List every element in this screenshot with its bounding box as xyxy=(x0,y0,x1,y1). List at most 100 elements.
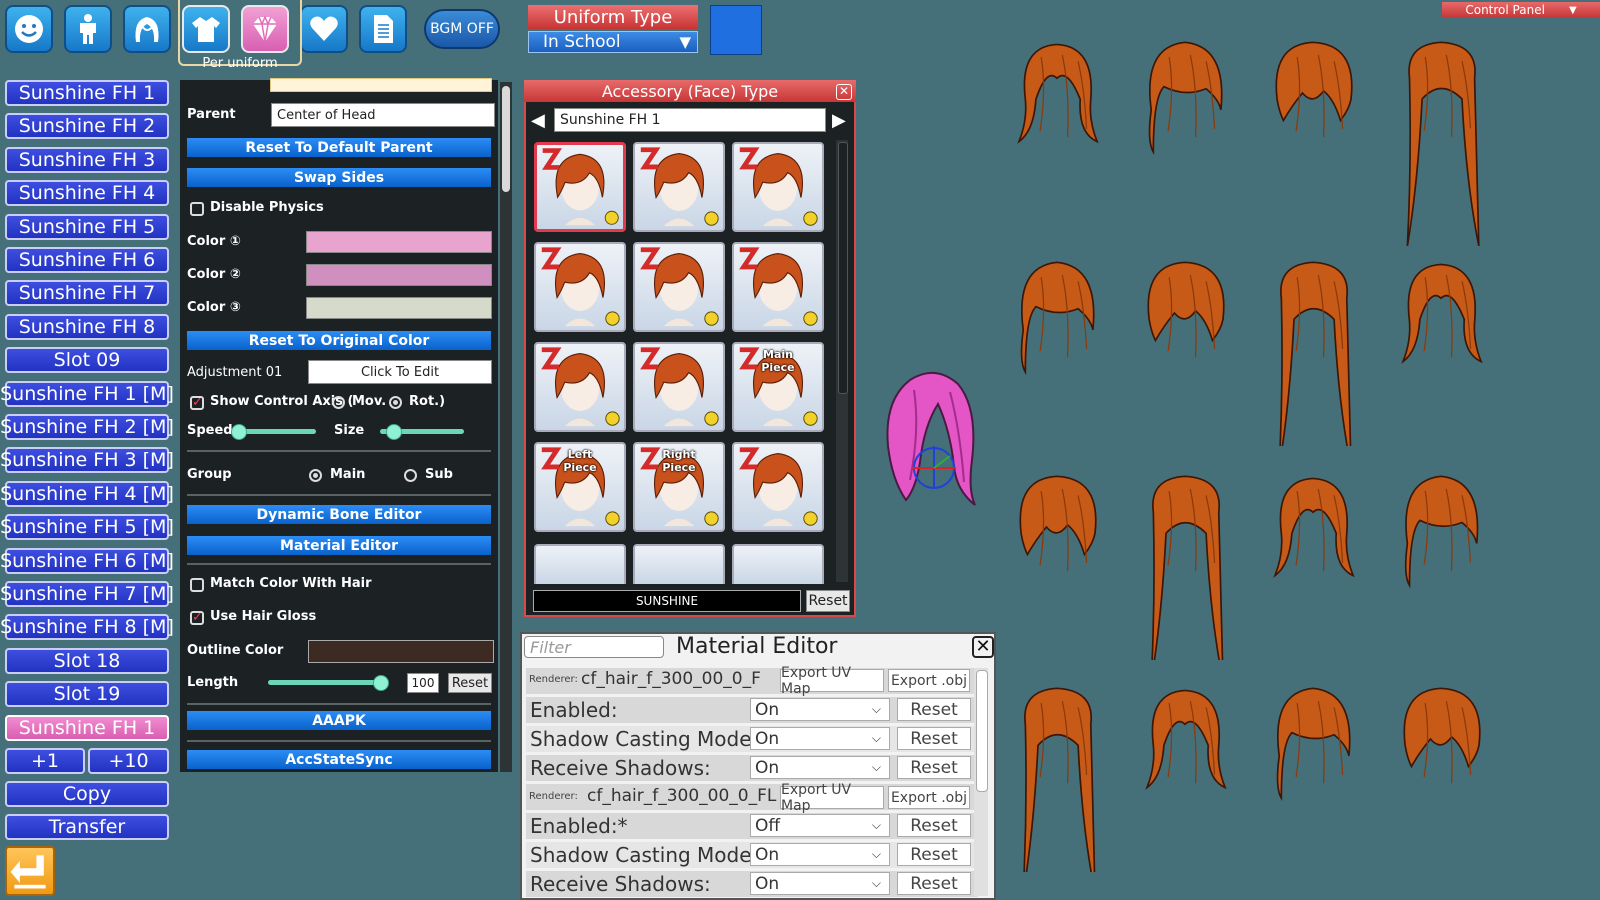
slot-item[interactable]: Sunshine FH 1 [M] xyxy=(0,380,174,407)
group-main-radio[interactable] xyxy=(309,469,322,482)
slot-item[interactable]: Sunshine FH 1 xyxy=(5,714,169,741)
material-scrollbar-thumb[interactable] xyxy=(976,670,988,792)
close-icon[interactable]: ✕ xyxy=(836,84,852,100)
slot-item[interactable]: Sunshine FH 5 xyxy=(5,213,169,240)
accessory-thumbnail[interactable] xyxy=(633,342,725,432)
match-color-checkbox[interactable] xyxy=(190,578,204,592)
back-arrow-icon[interactable] xyxy=(5,846,55,896)
plus-one-button[interactable]: +1 xyxy=(5,748,85,774)
accessory-reset-button[interactable]: Reset xyxy=(806,590,850,612)
dynamic-bone-editor-button[interactable]: Dynamic Bone Editor xyxy=(187,505,491,524)
length-reset-button[interactable]: Reset xyxy=(448,673,492,693)
material-scrollbar[interactable] xyxy=(974,668,988,896)
aaapk-button[interactable]: AAAPK xyxy=(187,711,491,730)
slot-item[interactable]: Sunshine FH 8 xyxy=(5,313,169,340)
reset-button[interactable]: Reset xyxy=(897,727,971,750)
document-icon[interactable] xyxy=(359,5,407,53)
accessory-thumbnail[interactable] xyxy=(732,242,824,332)
accessory-thumbnail[interactable] xyxy=(534,242,626,332)
reset-button[interactable]: Reset xyxy=(897,756,971,779)
slot-item[interactable]: Sunshine FH 6 [M] xyxy=(0,547,174,574)
reset-parent-button[interactable]: Reset To Default Parent xyxy=(187,138,491,157)
show-axis-checkbox[interactable]: ✓ xyxy=(190,396,204,410)
hair-preview[interactable] xyxy=(1130,256,1240,450)
parent-field[interactable]: Center of Head xyxy=(271,103,495,127)
outline-color-swatch[interactable] xyxy=(308,640,494,663)
hair-preview[interactable] xyxy=(1130,36,1240,230)
plus-ten-button[interactable]: +10 xyxy=(88,748,169,774)
export-obj-button[interactable]: Export .obj xyxy=(888,786,970,809)
group-sub-radio[interactable] xyxy=(404,469,417,482)
transfer-button[interactable]: Transfer xyxy=(5,814,169,840)
export-uv-map-button[interactable]: Export UV Map xyxy=(780,665,884,697)
hair-preview[interactable] xyxy=(1002,682,1112,894)
slot-item[interactable]: Sunshine FH 3 [M] xyxy=(0,447,174,474)
adjustment-edit-button[interactable]: Click To Edit xyxy=(308,360,492,384)
enabled-select[interactable]: Off ⌵ xyxy=(750,814,890,837)
length-slider[interactable] xyxy=(268,680,380,685)
hair-preview[interactable] xyxy=(1258,682,1368,876)
use-hair-gloss-checkbox[interactable]: ✓ xyxy=(190,611,204,625)
color3-swatch[interactable] xyxy=(306,297,492,319)
accessory-search-input[interactable]: SUNSHINE xyxy=(533,590,801,612)
receive-shadows-select[interactable]: On ⌵ xyxy=(750,872,890,895)
accessory-thumbnail[interactable] xyxy=(534,544,626,584)
hair-preview[interactable] xyxy=(1258,36,1368,230)
swap-sides-button[interactable]: Swap Sides xyxy=(187,168,491,187)
accessory-name-field[interactable]: Sunshine FH 1 xyxy=(554,108,826,132)
slot-item[interactable]: Sunshine FH 1 xyxy=(5,80,169,106)
accessory-thumbnail[interactable] xyxy=(732,442,824,532)
thumbnail-scrollbar-thumb[interactable] xyxy=(838,142,848,394)
export-uv-map-button[interactable]: Export UV Map xyxy=(780,782,884,814)
accessory-thumbnail[interactable]: Main Piece xyxy=(732,342,824,432)
enabled-select[interactable]: On ⌵ xyxy=(750,698,890,721)
accessory-thumbnail[interactable]: Left Piece xyxy=(534,442,626,532)
slot-item[interactable]: Slot 19 xyxy=(5,681,169,708)
accstatesync-button[interactable]: AccStateSync xyxy=(187,750,491,769)
hair-preview[interactable] xyxy=(1386,470,1496,684)
color2-swatch[interactable] xyxy=(306,264,492,286)
type-field[interactable] xyxy=(270,78,492,92)
hair-preview[interactable] xyxy=(1386,682,1496,876)
heart-icon[interactable] xyxy=(300,5,348,53)
hair-preview[interactable] xyxy=(1386,256,1496,450)
slot-item[interactable]: Sunshine FH 4 [M] xyxy=(0,480,174,507)
hair-preview[interactable] xyxy=(1130,470,1240,682)
hair-preview[interactable] xyxy=(1002,36,1112,230)
slot-item[interactable]: Sunshine FH 6 xyxy=(5,247,169,273)
length-slider-knob[interactable] xyxy=(373,675,389,691)
accessory-thumbnail[interactable] xyxy=(534,142,626,232)
hair-preview[interactable] xyxy=(1130,682,1240,876)
accessory-thumbnail[interactable] xyxy=(732,544,824,584)
hair-preview[interactable] xyxy=(1258,256,1368,468)
reset-color-button[interactable]: Reset To Original Color xyxy=(187,331,491,350)
previous-arrow-icon[interactable]: ◀ xyxy=(531,110,545,131)
accessory-thumbnail[interactable] xyxy=(534,342,626,432)
slot-item[interactable]: Sunshine FH 2 [M] xyxy=(0,414,174,440)
size-slider-knob[interactable] xyxy=(385,424,402,440)
editor-scrollbar[interactable] xyxy=(500,82,512,772)
uniform-color-swatch[interactable] xyxy=(710,5,762,55)
slot-item[interactable]: Sunshine FH 3 xyxy=(5,146,169,173)
slot-item[interactable]: Sunshine FH 7 xyxy=(5,280,169,307)
hair-preview[interactable] xyxy=(1002,470,1112,664)
accessory-thumbnail[interactable] xyxy=(633,242,725,332)
receive-shadows-select[interactable]: On ⌵ xyxy=(750,756,890,779)
mov-radio[interactable] xyxy=(332,396,345,409)
accessory-thumbnail[interactable] xyxy=(633,544,725,584)
speed-slider-knob[interactable] xyxy=(231,424,248,440)
reset-button[interactable]: Reset xyxy=(897,843,971,866)
uniform-type-select[interactable]: In School ▼ xyxy=(528,31,698,53)
face-icon[interactable] xyxy=(5,5,53,53)
material-filter-input[interactable]: Filter xyxy=(524,636,664,658)
reset-button[interactable]: Reset xyxy=(897,814,971,837)
hair-preview[interactable] xyxy=(1002,256,1112,450)
control-panel-dropdown[interactable]: Control Panel ▼ xyxy=(1442,2,1600,18)
accessory-thumbnail[interactable] xyxy=(633,142,725,232)
rot-radio[interactable] xyxy=(389,396,402,409)
accessory-thumbnail[interactable] xyxy=(732,142,824,232)
close-icon[interactable]: ✕ xyxy=(972,636,994,658)
length-value-field[interactable]: 100 xyxy=(407,673,439,693)
thumbnail-scrollbar[interactable] xyxy=(836,140,848,582)
reset-button[interactable]: Reset xyxy=(897,872,971,895)
